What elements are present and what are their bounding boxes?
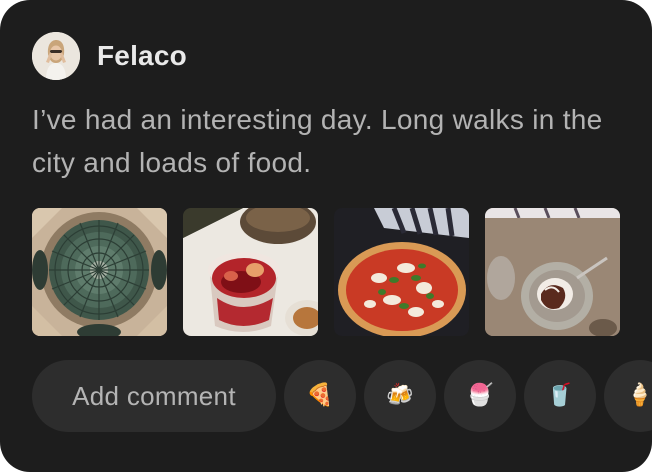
photo-pizza[interactable] <box>334 208 469 336</box>
photo-gallery <box>32 208 620 336</box>
reaction-shaved-ice-button[interactable]: 🍧 <box>444 360 516 432</box>
author-name[interactable]: Felaco <box>97 40 187 72</box>
post-header: Felaco <box>32 32 187 80</box>
photo-red-drink[interactable] <box>183 208 318 336</box>
photo-dessert[interactable] <box>485 208 620 336</box>
reaction-beer-mugs-button[interactable]: 🍻 <box>364 360 436 432</box>
reaction-ice-cream-button[interactable]: 🍦 <box>604 360 652 432</box>
post-card: Felaco I’ve had an interesting day. Long… <box>0 0 652 472</box>
photo-glass-dome[interactable] <box>32 208 167 336</box>
add-comment-button[interactable]: Add comment <box>32 360 276 432</box>
reaction-pizza-button[interactable]: 🍕 <box>284 360 356 432</box>
post-text: I’ve had an interesting day. Long walks … <box>32 104 603 178</box>
action-bar: Add comment 🍕 🍻 🍧 🥤 🍦 <box>32 360 652 432</box>
avatar[interactable] <box>32 32 80 80</box>
reaction-cup-with-straw-button[interactable]: 🥤 <box>524 360 596 432</box>
